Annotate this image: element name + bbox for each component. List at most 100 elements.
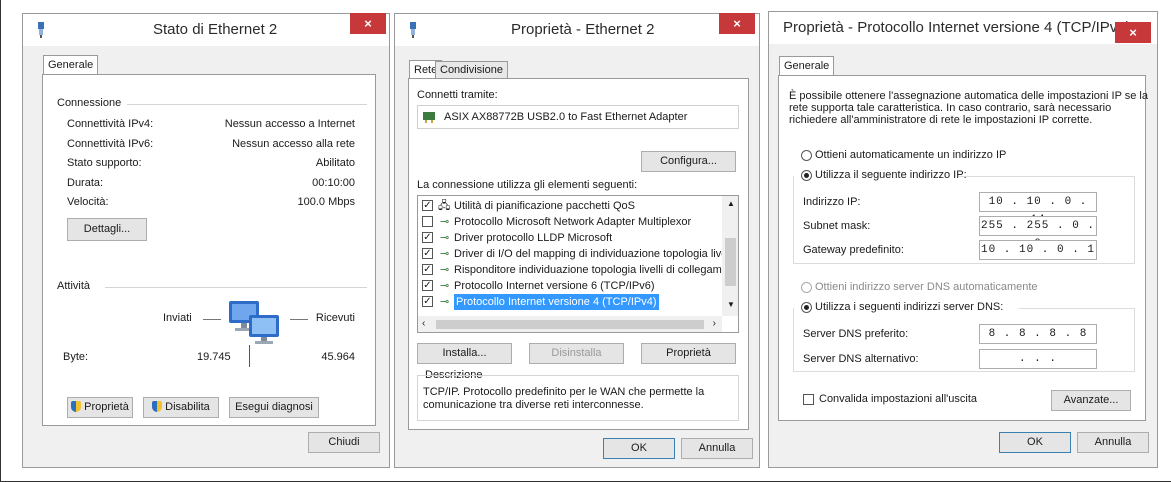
alternate-dns-field[interactable]: . . . bbox=[979, 349, 1097, 369]
network-cable-icon bbox=[410, 22, 416, 38]
window-title: Proprietà - Ethernet 2 bbox=[511, 21, 655, 38]
scroll-left-arrow[interactable]: ‹ bbox=[422, 318, 425, 329]
ipv4-properties-window: Proprietà - Protocollo Internet versione… bbox=[768, 11, 1158, 468]
scroll-thumb[interactable] bbox=[436, 320, 704, 329]
subnet-mask-field[interactable]: 255 . 255 . 0 . 0 bbox=[979, 216, 1097, 250]
bytes-sent-value: 19.745 bbox=[197, 351, 231, 363]
cancel-button[interactable]: Annulla bbox=[681, 438, 753, 459]
preferred-dns-field[interactable]: 8 . 8 . 8 . 8 bbox=[979, 324, 1097, 344]
protocol-icon: ⊸ bbox=[440, 248, 450, 260]
ipv4-value: Nessun accesso a Internet bbox=[224, 118, 355, 130]
alternate-dns-label: Server DNS alternativo: bbox=[803, 353, 919, 365]
duration-label: Durata: bbox=[67, 177, 104, 189]
scroll-up-arrow[interactable]: ▲ bbox=[727, 199, 735, 208]
scroll-thumb[interactable] bbox=[725, 238, 736, 286]
divider bbox=[959, 176, 1135, 177]
protocol-icon: ⊸ bbox=[440, 216, 450, 228]
auto-ip-radio[interactable] bbox=[801, 150, 812, 161]
disable-button[interactable]: Disabilita bbox=[143, 397, 219, 418]
item-checkbox[interactable]: ✓ bbox=[422, 232, 433, 243]
connect-using-label: Connetti tramite: bbox=[417, 89, 498, 101]
gateway-field[interactable]: 10 . 10 . 0 . 1 bbox=[979, 240, 1097, 260]
network-computers-icon bbox=[229, 301, 279, 344]
bytes-received-value: 45.964 bbox=[321, 351, 355, 363]
item-checkbox[interactable]: ✓ bbox=[422, 248, 433, 259]
properties-button-label: Proprietà bbox=[84, 401, 129, 413]
vertical-scrollbar[interactable]: ▲ ▼ bbox=[722, 196, 738, 316]
configure-button[interactable]: Configura... bbox=[641, 151, 736, 172]
sent-label: Inviati bbox=[163, 312, 192, 324]
subnet-mask-label: Subnet mask: bbox=[803, 220, 871, 232]
ok-button[interactable]: OK bbox=[999, 432, 1071, 453]
item-checkbox[interactable] bbox=[422, 216, 433, 227]
activity-group-label: Attività bbox=[57, 280, 91, 292]
adapter-box: ASIX AX88772B USB2.0 to Fast Ethernet Ad… bbox=[417, 105, 739, 129]
protocol-icon: ⊸ bbox=[440, 280, 450, 292]
auto-dns-label[interactable]: Ottieni indirizzo server DNS automaticam… bbox=[815, 281, 1038, 293]
window-title: Stato di Ethernet 2 bbox=[153, 21, 278, 38]
properties-button[interactable]: Proprietà bbox=[641, 343, 736, 364]
horizontal-scrollbar[interactable]: ‹ › bbox=[418, 316, 722, 332]
description-text-2: comunicazione tra diverse reti interconn… bbox=[423, 399, 644, 411]
network-adapter-icon bbox=[423, 112, 435, 123]
uac-shield-icon bbox=[71, 401, 82, 412]
auto-ip-label[interactable]: Ottieni automaticamente un indirizzo IP bbox=[815, 149, 1006, 161]
item-label: Utilità di pianificazione pacchetti QoS bbox=[454, 200, 635, 212]
network-panel: Connetti tramite: ASIX AX88772B USB2.0 t… bbox=[408, 78, 749, 430]
item-label: Driver di I/O del mapping di individuazi… bbox=[454, 248, 739, 260]
install-button[interactable]: Installa... bbox=[417, 343, 512, 364]
items-label: La connessione utilizza gli elementi seg… bbox=[417, 179, 638, 191]
cancel-button[interactable]: Annulla bbox=[1077, 432, 1149, 453]
media-state-value: Abilitato bbox=[315, 157, 355, 169]
ethernet-properties-window: Proprietà - Ethernet 2 × Rete Condivisio… bbox=[394, 13, 760, 468]
tab-generale[interactable]: Generale bbox=[43, 55, 99, 74]
speed-label: Velocità: bbox=[67, 196, 109, 208]
intro-text-1: È possibile ottenere l'assegnazione auto… bbox=[789, 90, 1148, 102]
sent-line bbox=[203, 319, 221, 320]
item-label: Risponditore individuazione topologia li… bbox=[454, 264, 739, 276]
divider bbox=[105, 287, 367, 288]
activity-separator bbox=[249, 345, 250, 367]
item-label: Protocollo Microsoft Network Adapter Mul… bbox=[454, 216, 692, 228]
item-checkbox[interactable]: ✓ bbox=[422, 280, 433, 291]
preferred-dns-label: Server DNS preferito: bbox=[803, 328, 909, 340]
validate-label[interactable]: Convalida impostazioni all'uscita bbox=[819, 393, 977, 405]
close-window-button[interactable]: × bbox=[1115, 22, 1151, 43]
description-box bbox=[417, 375, 739, 421]
item-label: Driver protocollo LLDP Microsoft bbox=[454, 232, 613, 244]
close-window-button[interactable]: × bbox=[719, 13, 755, 34]
item-checkbox[interactable]: ✓ bbox=[422, 296, 433, 307]
close-button[interactable]: Chiudi bbox=[308, 432, 380, 453]
tab-condivisione[interactable]: Condivisione bbox=[435, 61, 508, 78]
tab-generale[interactable]: Generale bbox=[779, 56, 835, 75]
ipv6-label: Connettività IPv6: bbox=[67, 138, 154, 150]
description-text-1: TCP/IP. Protocollo predefinito per le WA… bbox=[423, 386, 705, 398]
auto-dns-radio[interactable] bbox=[801, 282, 812, 293]
properties-button[interactable]: Proprietà bbox=[67, 397, 133, 418]
scroll-right-arrow[interactable]: › bbox=[713, 318, 716, 329]
intro-text-3: richiedere all'amministratore di rete le… bbox=[789, 114, 1093, 126]
protocol-icon: ⊸ bbox=[440, 232, 450, 244]
received-label: Ricevuti bbox=[315, 312, 355, 324]
diagnose-button[interactable]: Esegui diagnosi bbox=[229, 397, 319, 418]
item-checkbox[interactable]: ✓ bbox=[422, 264, 433, 275]
ethernet-status-window: Stato di Ethernet 2 × Generale Connessio… bbox=[22, 13, 390, 468]
uninstall-button[interactable]: Disinstalla bbox=[529, 343, 624, 364]
details-button[interactable]: Dettagli... bbox=[67, 218, 147, 241]
disable-button-label: Disabilita bbox=[165, 401, 210, 413]
components-list[interactable]: ✓ 🖧 Utilità di pianificazione pacchetti Qo… bbox=[417, 195, 739, 333]
item-checkbox[interactable]: ✓ bbox=[422, 200, 433, 211]
duration-value: 00:10:00 bbox=[312, 177, 355, 189]
ip-address-field[interactable]: 10 . 10 . 0 . 14 bbox=[979, 192, 1097, 226]
advanced-button[interactable]: Avanzate... bbox=[1051, 390, 1131, 411]
ip-address-label: Indirizzo IP: bbox=[803, 196, 861, 208]
divider bbox=[1019, 308, 1135, 309]
ok-button[interactable]: OK bbox=[603, 438, 675, 459]
title-bar: Stato di Ethernet 2 × bbox=[23, 13, 389, 46]
protocol-icon: ⊸ bbox=[440, 296, 450, 308]
media-state-label: Stato supporto: bbox=[67, 157, 142, 169]
window-title: Proprietà - Protocollo Internet versione… bbox=[783, 19, 1131, 36]
scroll-down-arrow[interactable]: ▼ bbox=[727, 300, 735, 309]
validate-checkbox[interactable] bbox=[803, 394, 814, 405]
close-window-button[interactable]: × bbox=[350, 13, 386, 34]
